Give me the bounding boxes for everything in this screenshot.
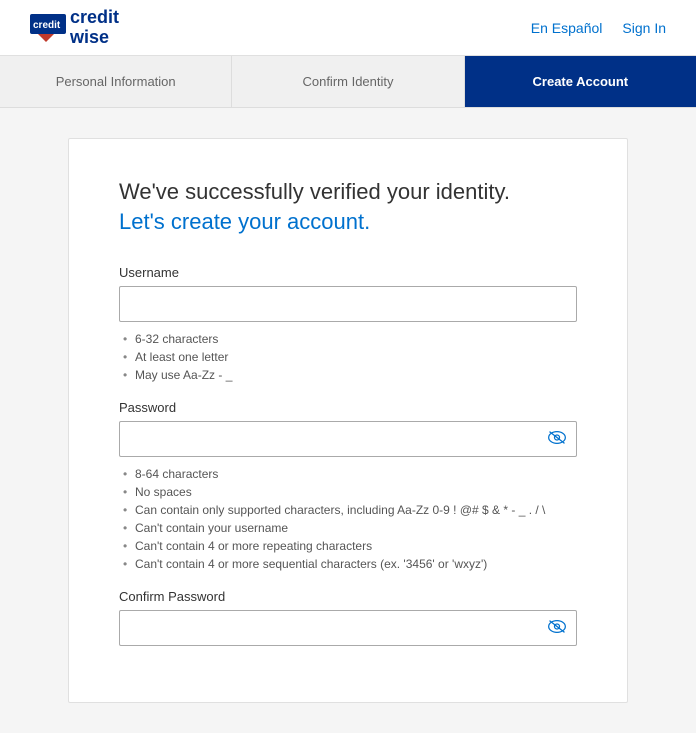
step-confirm-identity: Confirm Identity <box>232 56 464 107</box>
username-rules-list: 6-32 characters At least one letter May … <box>119 330 577 384</box>
main-content: We've successfully verified your identit… <box>0 108 696 733</box>
create-account-card: We've successfully verified your identit… <box>68 138 628 703</box>
step-personal-information: Personal Information <box>0 56 232 107</box>
password-rule-3: Can contain only supported characters, i… <box>119 501 577 519</box>
password-rule-4: Can't contain your username <box>119 519 577 537</box>
signin-link[interactable]: Sign In <box>622 20 666 36</box>
svg-text:credit: credit <box>33 20 61 31</box>
password-rule-2: No spaces <box>119 483 577 501</box>
password-input-wrapper <box>119 421 577 457</box>
password-label: Password <box>119 400 577 415</box>
confirm-password-toggle-visibility-icon[interactable] <box>547 619 567 638</box>
password-rule-1: 8-64 characters <box>119 465 577 483</box>
username-field-group: Username 6-32 characters At least one le… <box>119 265 577 384</box>
password-toggle-visibility-icon[interactable] <box>547 430 567 449</box>
logo-wordmark: credit wise <box>70 8 119 48</box>
confirm-password-field-group: Confirm Password <box>119 589 577 646</box>
logo: credit credit wise <box>30 8 119 48</box>
logo-credit: credit <box>70 7 119 27</box>
password-field-group: Password 8-64 characters No spaces Can c… <box>119 400 577 573</box>
username-rule-1: 6-32 characters <box>119 330 577 348</box>
username-label: Username <box>119 265 577 280</box>
logo-wise: wise <box>70 27 109 47</box>
card-title-line1: We've successfully verified your identit… <box>119 179 577 205</box>
creditwise-logo-icon: credit <box>30 14 66 42</box>
confirm-password-input[interactable] <box>119 610 577 646</box>
espanol-link[interactable]: En Español <box>531 20 603 36</box>
password-input[interactable] <box>119 421 577 457</box>
confirm-password-label: Confirm Password <box>119 589 577 604</box>
username-input[interactable] <box>119 286 577 322</box>
password-rule-5: Can't contain 4 or more repeating charac… <box>119 537 577 555</box>
card-title-line2: Let's create your account. <box>119 209 577 235</box>
username-rule-3: May use Aa-Zz - _ <box>119 366 577 384</box>
username-rule-2: At least one letter <box>119 348 577 366</box>
confirm-password-input-wrapper <box>119 610 577 646</box>
steps-bar: Personal Information Confirm Identity Cr… <box>0 56 696 108</box>
step-create-account: Create Account <box>465 56 696 107</box>
password-rule-6: Can't contain 4 or more sequential chara… <box>119 555 577 573</box>
username-input-wrapper <box>119 286 577 322</box>
header-links: En Español Sign In <box>531 20 666 36</box>
header: credit credit wise En Español Sign In <box>0 0 696 56</box>
password-rules-list: 8-64 characters No spaces Can contain on… <box>119 465 577 573</box>
